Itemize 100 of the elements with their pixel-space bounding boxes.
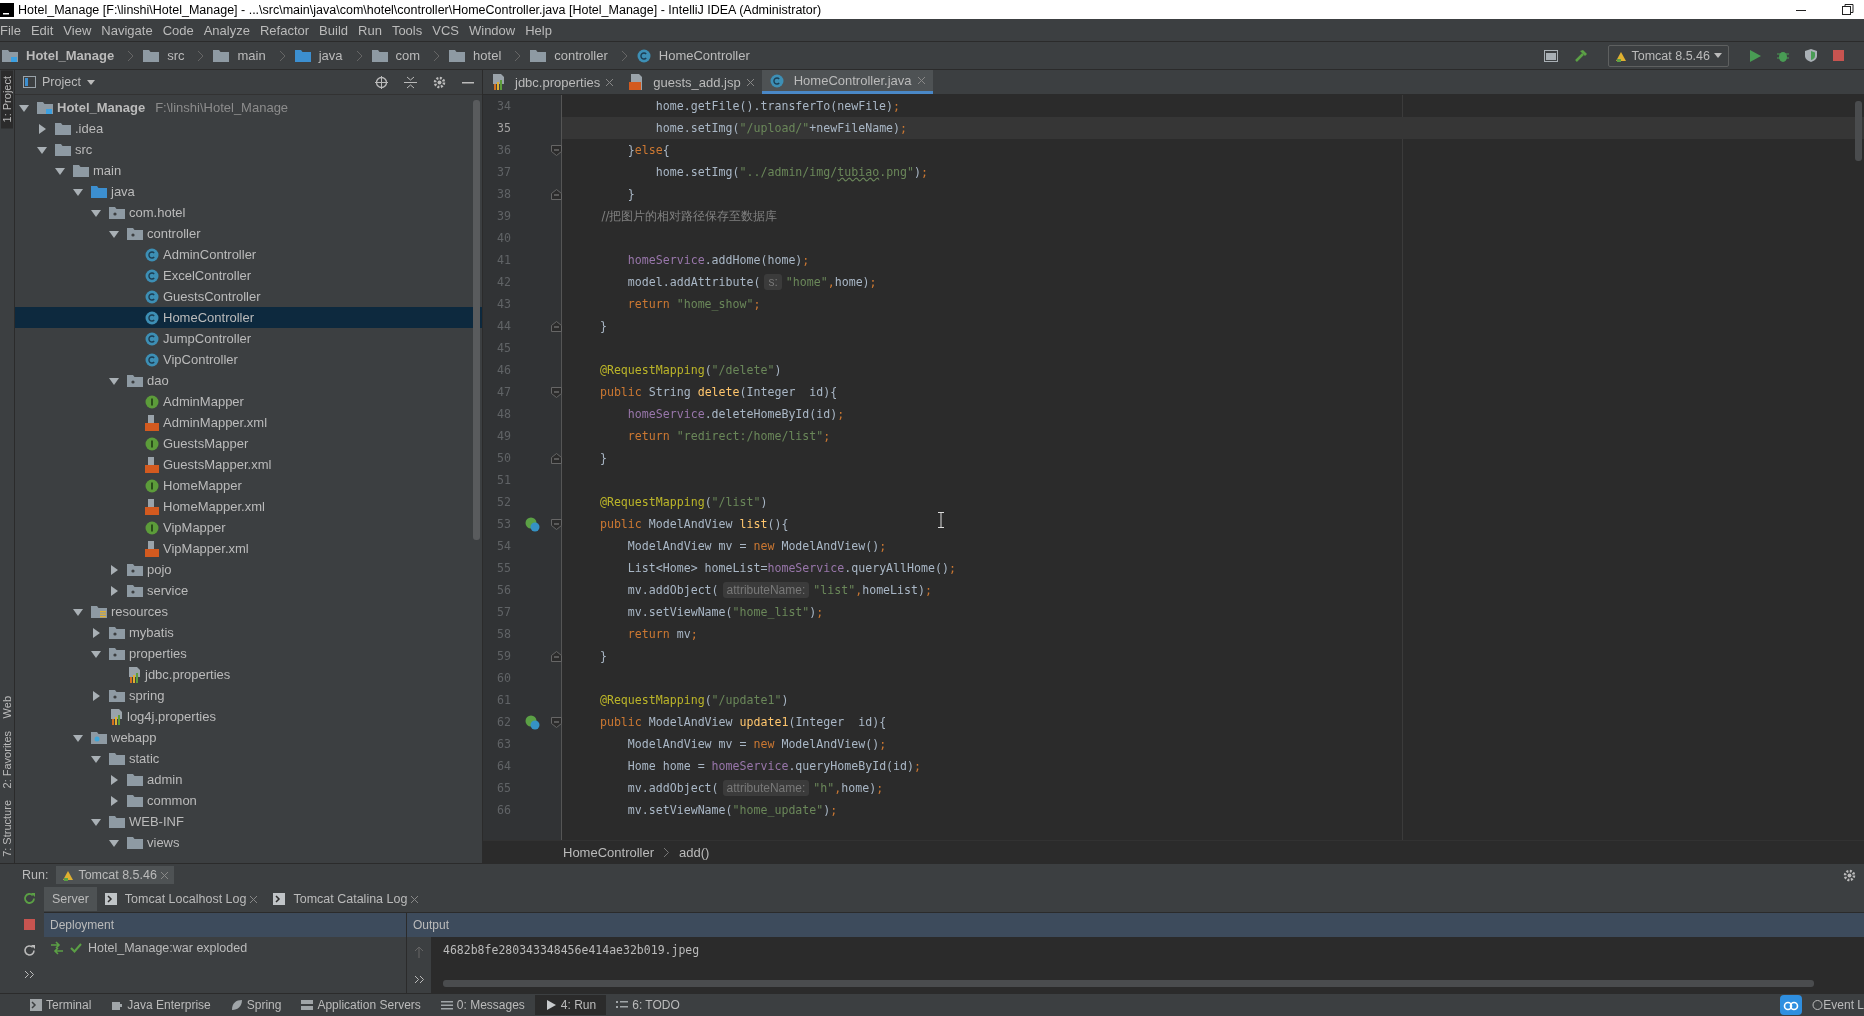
breadcrumb-item[interactable]: controller [554, 48, 608, 63]
chevrons-icon[interactable] [414, 976, 424, 983]
server-tab[interactable]: Tomcat Catalina Log [265, 887, 427, 911]
editor-tab[interactable]: jdbc.properties [483, 70, 622, 94]
tool-window-button[interactable]: Application Servers [291, 995, 431, 1015]
expanded-arrow-icon[interactable] [91, 753, 101, 764]
tree-item[interactable]: webapp [111, 730, 157, 745]
tree-item[interactable]: GuestsController [163, 289, 261, 304]
tool-window-button[interactable]: Spring [220, 995, 292, 1015]
breadcrumb-item[interactable]: HomeController [563, 844, 655, 860]
breadcrumb-item[interactable]: java [318, 48, 343, 63]
tree-item[interactable]: common [147, 793, 197, 808]
fold-icon[interactable] [551, 650, 562, 662]
locate-icon[interactable] [375, 75, 388, 89]
chevrons-icon[interactable] [24, 971, 34, 978]
breadcrumb-item[interactable]: com [395, 48, 421, 63]
close-icon[interactable] [411, 895, 419, 903]
expanded-arrow-icon[interactable] [73, 186, 83, 197]
web-endpoint-icon[interactable] [524, 714, 540, 730]
collapsed-arrow-icon[interactable] [91, 627, 101, 638]
tool-window-button[interactable]: 6: TODO [606, 995, 690, 1015]
fold-icon[interactable] [551, 320, 562, 332]
expanded-arrow-icon[interactable] [109, 228, 119, 239]
tree-item[interactable]: WEB-INF [129, 814, 184, 829]
fold-icon[interactable] [551, 452, 562, 464]
refresh-icon[interactable] [22, 944, 36, 957]
menu-item[interactable]: Tools [386, 22, 428, 38]
deploy-icon[interactable] [50, 941, 64, 955]
tool-window-tab[interactable]: Web [1, 690, 13, 725]
expanded-arrow-icon[interactable] [55, 165, 65, 176]
fold-icon[interactable] [551, 144, 562, 156]
expanded-arrow-icon[interactable] [37, 144, 47, 155]
tool-window-button[interactable]: Terminal [20, 995, 102, 1015]
expanded-arrow-icon[interactable] [73, 732, 83, 743]
menu-item[interactable]: Navigate [96, 22, 158, 38]
collapse-icon[interactable] [404, 75, 417, 89]
hammer-icon[interactable] [1574, 48, 1589, 63]
run-tab[interactable]: Tomcat 8.5.46 [56, 866, 174, 884]
tree-item[interactable]: main [93, 163, 122, 178]
menu-item[interactable]: Run [353, 22, 387, 38]
tree-item[interactable]: JumpController [163, 331, 252, 346]
editor-tab[interactable]: guests_add.jsp [621, 70, 762, 94]
tool-window-button[interactable]: Event L [1802, 995, 1864, 1015]
deployment-item[interactable]: Hotel_Manage:war exploded [88, 941, 248, 955]
breadcrumb-item[interactable]: main [237, 48, 266, 63]
menu-item[interactable]: VCS [427, 22, 464, 38]
tree-item[interactable]: src [75, 142, 93, 157]
tree-item[interactable]: resources [111, 604, 169, 619]
tree-item[interactable]: java [111, 184, 135, 199]
tool-window-tab[interactable]: 7: Structure [1, 794, 13, 863]
breadcrumb-item[interactable]: add() [679, 844, 710, 860]
tree-item[interactable]: controller [147, 226, 201, 241]
panel-title[interactable]: Project [42, 75, 81, 89]
close-icon[interactable] [746, 78, 754, 86]
tree-item[interactable]: views [147, 835, 180, 850]
tree-item[interactable]: ExcelController [163, 268, 252, 283]
layout-icon[interactable] [1544, 49, 1559, 62]
tree-item[interactable]: static [129, 751, 160, 766]
expanded-arrow-icon[interactable] [109, 375, 119, 386]
tree-item[interactable]: Hotel_Manage [57, 100, 146, 115]
fold-icon[interactable] [551, 716, 562, 728]
tree-item[interactable]: .idea [75, 121, 104, 136]
editor-tab[interactable]: HomeController.java [761, 70, 933, 94]
collapsed-arrow-icon[interactable] [91, 690, 101, 701]
tree-item[interactable]: AdminController [163, 247, 257, 262]
tree-item[interactable]: dao [147, 373, 169, 388]
menu-item[interactable]: Edit [25, 22, 59, 38]
tree-item[interactable]: com.hotel [129, 205, 186, 220]
tree-item[interactable]: mybatis [129, 625, 174, 640]
collapsed-arrow-icon[interactable] [109, 795, 119, 806]
breadcrumb-item[interactable]: HomeController [658, 48, 750, 63]
menu-item[interactable]: Window [463, 22, 521, 38]
tool-window-tab[interactable]: 2: Favorites [1, 724, 13, 795]
collapsed-arrow-icon[interactable] [109, 585, 119, 596]
menu-item[interactable]: Code [157, 22, 199, 38]
fold-icon[interactable] [551, 188, 562, 200]
tree-item[interactable]: GuestsMapper.xml [163, 457, 272, 472]
collapsed-arrow-icon[interactable] [109, 564, 119, 575]
menu-item[interactable]: Analyze [198, 22, 255, 38]
tree-item[interactable]: properties [129, 646, 187, 661]
restore-icon[interactable] [1842, 3, 1854, 16]
menu-item[interactable]: File [0, 22, 26, 38]
web-endpoint-icon[interactable] [524, 516, 540, 532]
tree-item[interactable]: jdbc.properties [145, 667, 231, 682]
tree-item[interactable]: service [147, 583, 189, 598]
tool-window-button[interactable]: 4: Run [534, 995, 607, 1015]
tree-item[interactable]: spring [129, 688, 165, 703]
tree-item[interactable]: AdminMapper [163, 394, 244, 409]
menu-item[interactable]: View [58, 22, 97, 38]
run-configuration-dropdown[interactable]: Tomcat 8.5.46 [1608, 44, 1729, 67]
fold-icon[interactable] [551, 386, 562, 398]
tree-item[interactable]: VipMapper [163, 520, 226, 535]
tree-item[interactable]: VipMapper.xml [163, 541, 249, 556]
expanded-arrow-icon[interactable] [73, 606, 83, 617]
expanded-arrow-icon[interactable] [91, 207, 101, 218]
expanded-arrow-icon[interactable] [109, 837, 119, 848]
settings-icon[interactable] [1843, 868, 1856, 882]
tool-window-button[interactable]: Java Enterprise [101, 995, 221, 1015]
breadcrumb-item[interactable]: Hotel_Manage [26, 48, 115, 63]
scrollbar[interactable] [1855, 101, 1862, 161]
